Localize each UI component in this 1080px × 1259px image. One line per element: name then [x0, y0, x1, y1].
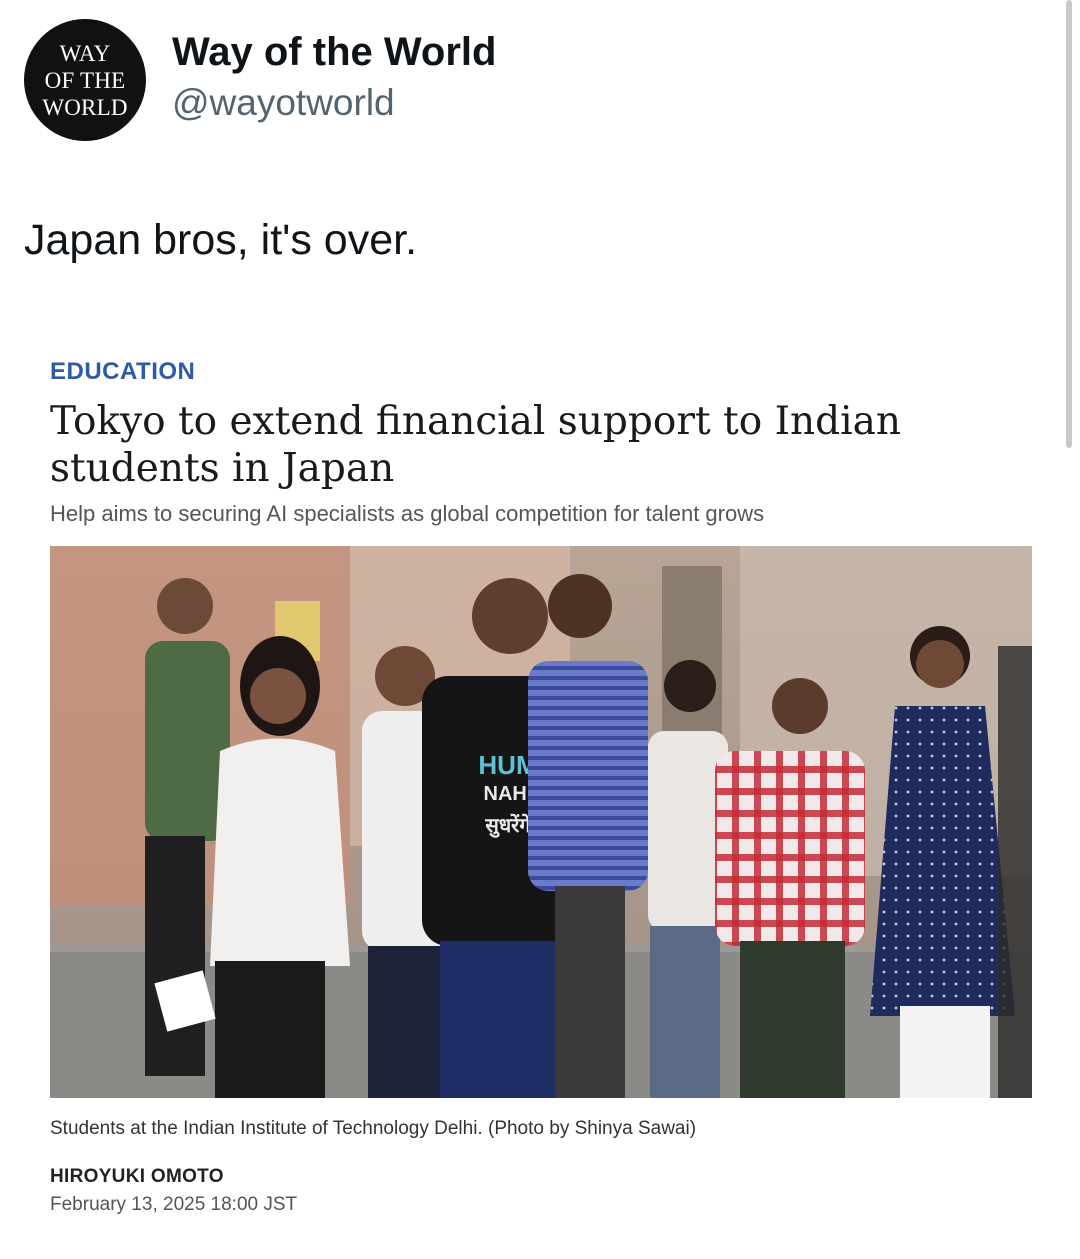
photo-caption: Students at the Indian Institute of Tech… — [50, 1118, 697, 1139]
article-date: February 13, 2025 18:00 JST — [50, 1194, 298, 1215]
page-scrollbar[interactable] — [1066, 0, 1072, 448]
avatar-line-3: WORLD — [42, 94, 128, 120]
tweet-text: Japan bros, it's over. — [24, 216, 418, 264]
article-photo: HUM NAHI सुधरेंगे — [50, 546, 1032, 1098]
avatar-line-1: WAY — [59, 40, 111, 66]
article-headline: Tokyo to extend financial support to Ind… — [50, 399, 901, 491]
shirt-text-2: NAHI — [484, 783, 533, 805]
user-handle[interactable]: @wayotworld — [172, 82, 395, 124]
display-name[interactable]: Way of the World — [172, 30, 496, 75]
students-photo-illustration: HUM NAHI सुधरेंगे — [50, 546, 1032, 1098]
avatar[interactable]: WAY OF THE WORLD — [24, 19, 146, 141]
avatar-line-2: OF THE — [44, 67, 126, 93]
section-label: EDUCATION — [50, 358, 196, 385]
article-card[interactable]: EDUCATION Tokyo to extend financial supp… — [50, 348, 1032, 1228]
shirt-text-3: सुधरेंगे — [484, 813, 531, 838]
article-subhead: Help aims to securing AI specialists as … — [50, 501, 765, 526]
author-byline[interactable]: HIROYUKI OMOTO — [50, 1166, 224, 1188]
